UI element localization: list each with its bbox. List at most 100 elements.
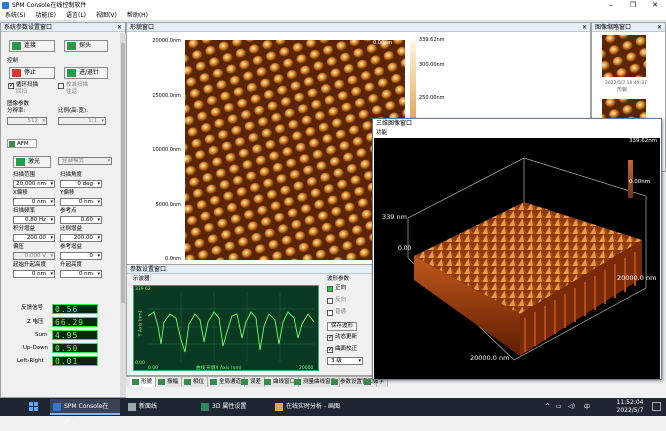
p-gain-field[interactable]: 200.00 [60, 234, 102, 242]
afm-icon [9, 141, 15, 147]
laser-button[interactable]: 激光 [13, 156, 51, 168]
tilt-correct-checkbox[interactable] [327, 346, 333, 353]
volume-icon[interactable]: ◁) [568, 403, 575, 410]
z-voltage-value: 66.29 [52, 317, 98, 327]
tilt-correct-label: 曲面校正 [335, 346, 358, 352]
z-start-label: 起始升起高度 [13, 262, 47, 268]
save-wave-button[interactable]: 保存波形 [327, 322, 357, 331]
y-tick-0: 0.0nm [165, 256, 181, 262]
notification-icon[interactable] [652, 402, 661, 411]
wave-params-label: 波形参数 [327, 276, 350, 282]
sum-label: Sum [35, 332, 48, 338]
p-gain-label: 比例增益 [60, 226, 83, 232]
taskbar-app-paint[interactable]: 在线实时分析 - 画图 [272, 399, 372, 415]
thumbnail-title-text: 图像缩略窗口 [595, 24, 632, 31]
afm-tab[interactable]: AFM [7, 139, 37, 148]
connect-button[interactable]: 连接 [9, 40, 55, 52]
tab-icon [158, 379, 165, 385]
menu-system[interactable]: 系统(S) [0, 11, 31, 21]
bias-field[interactable]: 0.000 V [13, 252, 55, 260]
scan-freq-field[interactable]: 0.80 Hz [13, 216, 55, 224]
scan-angle-label: 扫描角度 [60, 172, 83, 178]
panel-close-icon[interactable]: ✕ [117, 23, 122, 32]
lift-field[interactable]: 0 nm [60, 270, 102, 278]
stop-button[interactable]: 停止 [9, 67, 55, 79]
approach-button[interactable]: 进/退针 [64, 67, 108, 79]
ref-gain-label: 参考增益 [60, 244, 83, 250]
tab-icon [132, 379, 139, 385]
osc-xlabel: 曲线 形貌X Axis (nm) [196, 366, 242, 371]
osc-xleft: 0.00 [148, 366, 159, 371]
loop-scan-checkbox[interactable] [8, 82, 14, 89]
setpoint-field[interactable]: 0.60 [60, 216, 102, 224]
probe-button[interactable]: 探头 [64, 40, 108, 52]
thumbnail-date: 2022/5/7 10:49:37 [605, 81, 647, 86]
leftright-label: Left-Right [17, 358, 44, 364]
menu-help[interactable]: 帮助(H) [122, 11, 153, 21]
calibrate-checkbox[interactable] [58, 83, 64, 89]
calibrate-label: 校准扫描 [66, 82, 89, 88]
oscilloscope[interactable]: 339.62 0.00 0.00 20000 曲线 形貌X Axis (nm) … [133, 285, 319, 371]
panel-title-text: 系统参数设置窗口 [4, 24, 53, 31]
menu-view[interactable]: 视图(V) [91, 11, 122, 21]
forward-radio[interactable] [327, 286, 333, 292]
windows-start-icon[interactable] [29, 402, 39, 412]
thumbnail-image-1[interactable] [602, 35, 646, 77]
y-offset-field[interactable]: 0 nm [60, 198, 102, 206]
app-icon [2, 2, 9, 9]
topography-title-text: 形貌窗口 [130, 24, 155, 31]
threed-canvas[interactable]: 339.62nm 0.00nm 339 nm 0.00 20000.0 nm 2… [374, 138, 660, 379]
tab-amplitude[interactable]: 振幅 [156, 377, 183, 387]
tab-icon [241, 379, 248, 385]
menu-language[interactable]: 语言(L) [61, 11, 91, 21]
auto-update-checkbox[interactable] [327, 334, 333, 341]
sum-value: 4.95 [52, 330, 98, 340]
taskbar-app-curve[interactable]: 新面线 [125, 399, 185, 415]
resolution-select[interactable]: 512 [7, 117, 47, 125]
scale-tick-top: 339.62nm [419, 37, 445, 43]
network-icon[interactable]: ▭ [556, 403, 562, 410]
ratio-label: 比例(高:宽): [58, 108, 88, 114]
level-select[interactable]: 3 级 [327, 357, 363, 365]
feedback-signal-label: 反馈信号 [21, 305, 44, 311]
threed-surface [407, 157, 647, 361]
normal-checkbox[interactable] [327, 310, 333, 316]
tab-topography[interactable]: 形貌 [130, 377, 157, 387]
threed-menu-function[interactable]: 功能 [376, 129, 387, 137]
tray-date[interactable]: 2022/5/7 [612, 407, 648, 415]
scan-angle-field[interactable]: 0 deg [60, 180, 102, 188]
scan-range-field[interactable]: 20,000 nm [13, 180, 55, 188]
topography-close-icon[interactable]: ✕ [582, 23, 587, 32]
ratio-select[interactable]: 1:1 [58, 117, 106, 125]
threed-title: 三维图像窗口 [373, 119, 661, 128]
input-language[interactable]: 中 [584, 402, 590, 411]
tray-chevron-icon[interactable]: ^ [545, 403, 550, 410]
ref-gain-field[interactable]: 0 [60, 252, 102, 260]
scale-tick-250: 250.00nm [419, 95, 445, 101]
x-offset-field[interactable]: 0 nm [13, 198, 55, 206]
menu-function[interactable]: 功能(E) [31, 11, 61, 21]
z-start-field[interactable]: 0 nm [13, 270, 55, 278]
close-icon[interactable]: ✕ [644, 0, 666, 11]
taskbar-app-label: 在线实时分析 - 画图 [286, 403, 340, 410]
maximize-icon[interactable]: ❐ [622, 0, 644, 11]
control-label: 控制 [7, 58, 19, 64]
scrollbar-thumb[interactable] [121, 43, 125, 303]
taskbar-app-label: 新面线 [139, 403, 158, 410]
taskbar-app-3d-settings[interactable]: 3D 属性设置 [198, 399, 270, 415]
spm-app-icon [53, 403, 61, 411]
tab-phase[interactable]: 相位 [182, 377, 209, 387]
y-tick-20000: 20000.0nm [152, 38, 181, 44]
minimize-icon[interactable]: – [600, 0, 622, 11]
tray-time[interactable]: 11:52:04 [612, 399, 648, 407]
stop-label: 停止 [24, 69, 37, 76]
tab-icon [264, 379, 271, 385]
tab-icon [184, 379, 191, 385]
i-gain-field[interactable]: 200.00 [13, 234, 55, 242]
osc-xright: 20000 [299, 366, 314, 371]
backward-radio[interactable] [327, 298, 333, 304]
window-title: SPM Console在线控制软件 [12, 2, 87, 9]
mode-select[interactable]: 轻敲模式 [58, 157, 112, 165]
thumbnail-close-icon[interactable]: ✕ [657, 23, 662, 32]
taskbar-app-spm[interactable]: SPM Console在线... [50, 399, 120, 426]
